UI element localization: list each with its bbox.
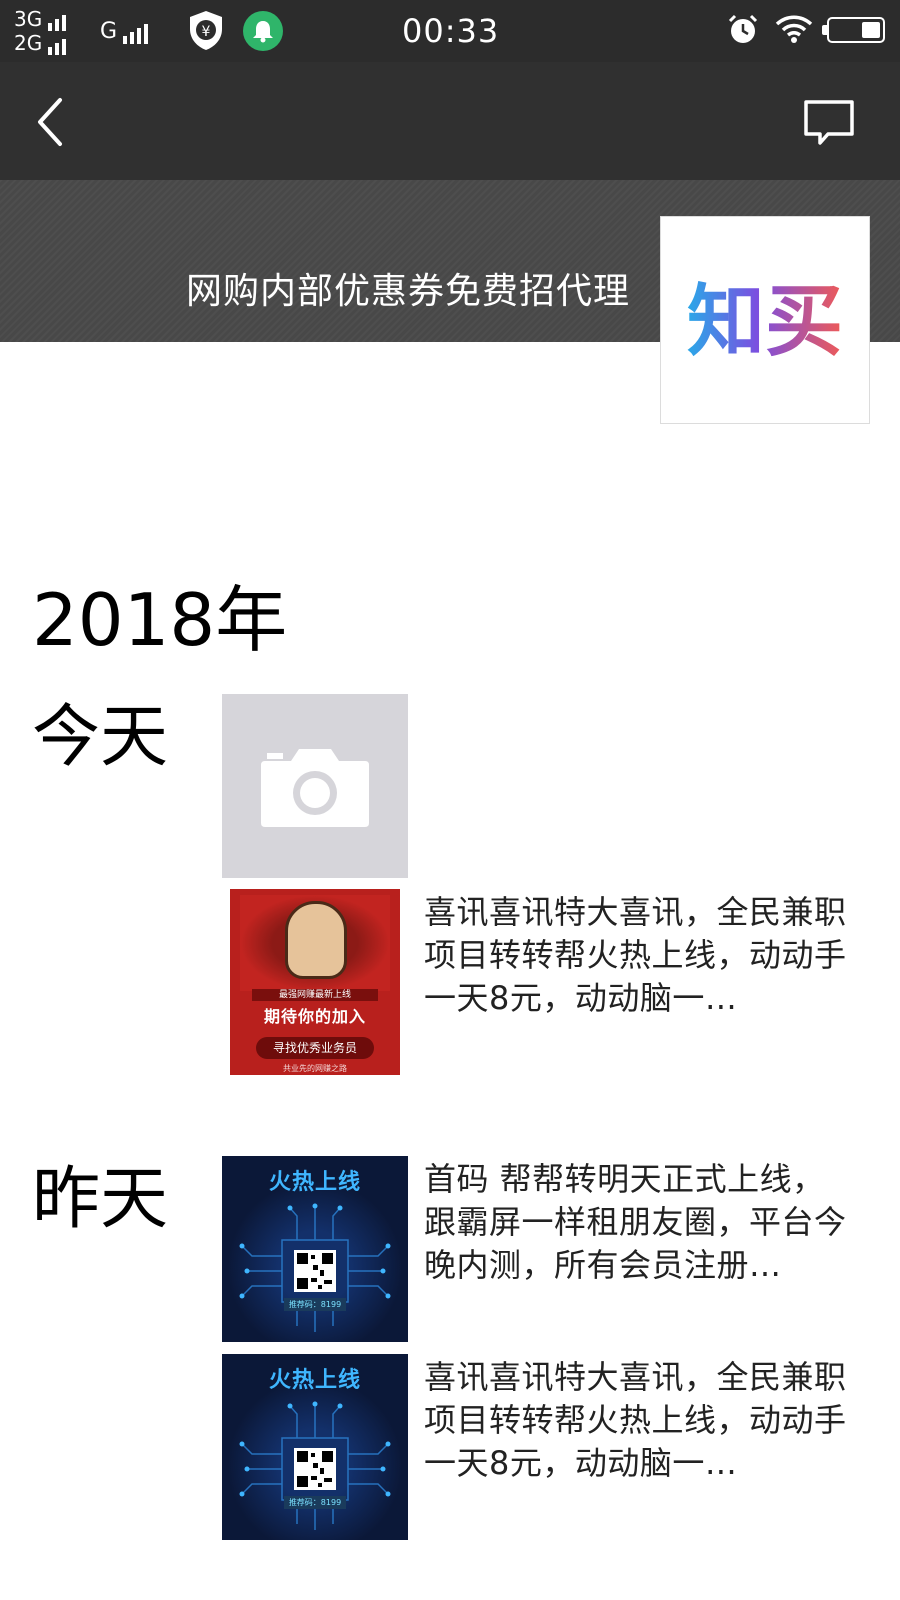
alarm-icon bbox=[728, 14, 758, 43]
poster-headline: 期待你的加入 bbox=[263, 1007, 366, 1026]
nav-bar bbox=[0, 62, 900, 180]
post-text: 首码 帮帮转明天正式上线，跟霸屏一样租朋友圈，平台今晚内测，所有会员注册… bbox=[424, 1160, 847, 1284]
post-thumbnail: 最强网赚最新上线 期待你的加入 寻找优秀业务员 共业先的网赚之路 bbox=[222, 889, 408, 1075]
poster-image: 最强网赚最新上线 期待你的加入 寻找优秀业务员 共业先的网赚之路 bbox=[230, 889, 400, 1075]
signal-icon bbox=[123, 24, 149, 44]
timeline-post[interactable]: 最强网赚最新上线 期待你的加入 寻找优秀业务员 共业先的网赚之路 喜讯喜讯特大喜… bbox=[222, 889, 862, 1075]
comment-icon[interactable] bbox=[802, 98, 856, 148]
timeline-post[interactable]: 火热上线 推荐码：8199 首码 帮帮转明天正式上线，跟霸屏一样租朋友圈，平台今… bbox=[222, 1156, 862, 1342]
timeline-post[interactable]: 火热上线 推荐码：8199 喜讯喜讯特大喜讯，全民兼职项目转转帮火热上线，动动手… bbox=[222, 1354, 862, 1540]
poster-headline: 火热上线 bbox=[268, 1368, 361, 1393]
qr-code-icon bbox=[294, 1448, 336, 1490]
chevron-left-icon[interactable] bbox=[28, 92, 78, 152]
network-g-indicator: G bbox=[100, 19, 149, 44]
day-label-yesterday: 昨天 bbox=[32, 1160, 169, 1239]
poster-pill: 寻找优秀业务员 bbox=[256, 1037, 374, 1059]
battery-icon bbox=[822, 17, 885, 43]
poster-tag: 最强网赚最新上线 bbox=[252, 989, 378, 1001]
network-3g-label: 3G bbox=[14, 7, 43, 31]
poster-code: 推荐码：8199 bbox=[284, 1496, 346, 1509]
post-text: 喜讯喜讯特大喜讯，全民兼职项目转转帮火热上线，动动手一天8元，动动脑一… bbox=[424, 1358, 847, 1482]
post-thumbnail: 火热上线 推荐码：8199 bbox=[222, 1354, 408, 1540]
poster-image: 火热上线 推荐码：8199 bbox=[222, 1354, 408, 1540]
shield-yen-icon: ¥ bbox=[190, 11, 222, 50]
signal-icon bbox=[48, 13, 67, 31]
svg-text:知买: 知买 bbox=[687, 277, 843, 367]
day-label-today: 今天 bbox=[32, 698, 169, 777]
poster-footer: 共业先的网赚之路 bbox=[283, 1064, 347, 1073]
signal-icon bbox=[48, 37, 67, 55]
profile-name[interactable]: 网购内部优惠券免费招代理 bbox=[186, 262, 630, 314]
network-g-label: G bbox=[100, 19, 118, 44]
network-indicator: 3G 2G bbox=[14, 7, 67, 55]
post-text: 喜讯喜讯特大喜讯，全民兼职项目转转帮火热上线，动动手一天8元，动动脑一… bbox=[424, 893, 847, 1017]
avatar-logo: 知买 bbox=[687, 277, 843, 367]
status-bar: 3G 2G G ¥ 00:33 bbox=[0, 0, 900, 62]
camera-icon bbox=[261, 749, 369, 827]
bell-icon bbox=[243, 11, 283, 51]
poster-image: 火热上线 推荐码：8199 bbox=[222, 1156, 408, 1342]
status-time: 00:33 bbox=[402, 12, 500, 50]
poster-headline: 火热上线 bbox=[268, 1170, 361, 1195]
pointing-hand-icon bbox=[285, 901, 347, 979]
year-label: 2018年 bbox=[32, 578, 288, 662]
svg-text:¥: ¥ bbox=[202, 24, 211, 40]
poster-code: 推荐码：8199 bbox=[284, 1298, 346, 1311]
avatar[interactable]: 知买 bbox=[660, 216, 870, 424]
post-thumbnail: 火热上线 推荐码：8199 bbox=[222, 1156, 408, 1342]
new-post-camera-button[interactable] bbox=[222, 694, 408, 878]
wifi-icon bbox=[775, 15, 813, 43]
network-2g-label: 2G bbox=[14, 31, 43, 55]
qr-code-icon bbox=[294, 1250, 336, 1292]
